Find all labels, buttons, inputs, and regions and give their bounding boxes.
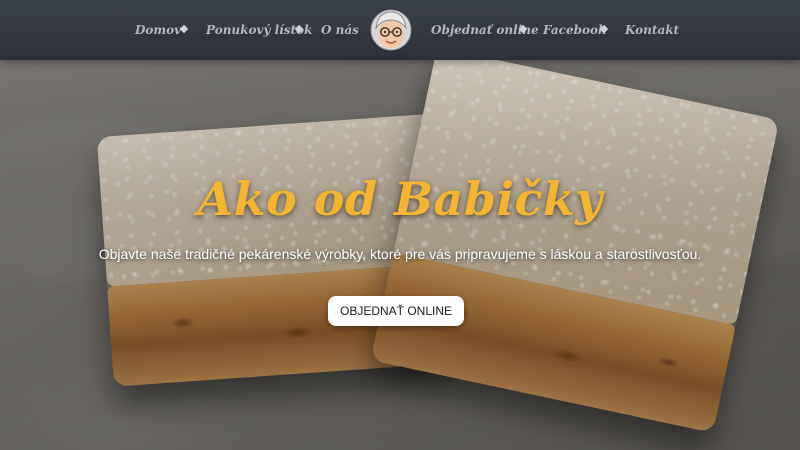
nav-link-kontakt[interactable]: Kontakt xyxy=(625,0,679,60)
main-navigation: Domov Ponukový lístok O nás Objednať onl… xyxy=(0,0,800,60)
nav-link-facebook[interactable]: Facebook xyxy=(543,0,606,60)
nav-link-domov[interactable]: Domov xyxy=(135,0,181,60)
grandmother-face-icon[interactable] xyxy=(370,8,412,52)
order-online-button[interactable]: OBJEDNAŤ ONLINE xyxy=(328,296,464,326)
nav-link-o-nas[interactable]: O nás xyxy=(321,0,359,60)
hero-subtitle: Objavte naše tradičné pekárenské výrobky… xyxy=(98,246,702,262)
hero-title: Ako od Babičky xyxy=(197,172,603,226)
